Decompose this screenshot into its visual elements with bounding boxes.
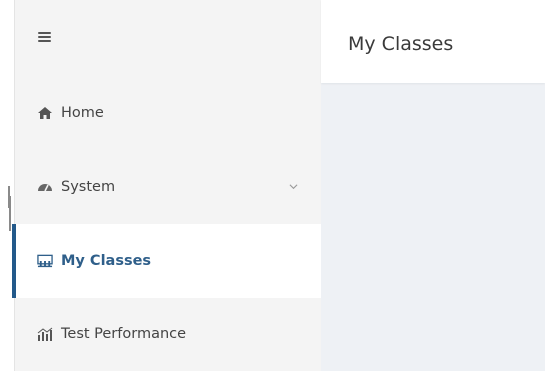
page-header: My Classes xyxy=(321,0,545,83)
gauge-icon xyxy=(37,179,53,195)
sidebar-item-test-performance[interactable]: Test Performance xyxy=(15,297,322,371)
chart-icon xyxy=(37,326,53,342)
sidebar: Home System My Classes Test Performance xyxy=(12,0,322,371)
sidebar-item-label: Home xyxy=(61,105,104,121)
left-gutter xyxy=(0,0,14,371)
sidebar-item-system[interactable]: System xyxy=(15,150,322,224)
resize-handle-line xyxy=(9,196,11,231)
classroom-icon xyxy=(37,253,53,269)
sidebar-item-my-classes[interactable]: My Classes xyxy=(12,224,322,298)
page-title: My Classes xyxy=(348,33,454,55)
home-icon xyxy=(37,105,53,121)
app-window: Home System My Classes Test Performance … xyxy=(0,0,545,371)
hamburger-icon[interactable] xyxy=(38,32,51,42)
sidebar-item-home[interactable]: Home xyxy=(15,76,322,150)
sidebar-item-label: System xyxy=(61,179,116,195)
sidebar-item-label: Test Performance xyxy=(61,326,187,342)
chevron-down-icon[interactable] xyxy=(289,182,298,191)
sidebar-item-label: My Classes xyxy=(61,253,152,269)
main-content: My Classes xyxy=(321,0,545,371)
